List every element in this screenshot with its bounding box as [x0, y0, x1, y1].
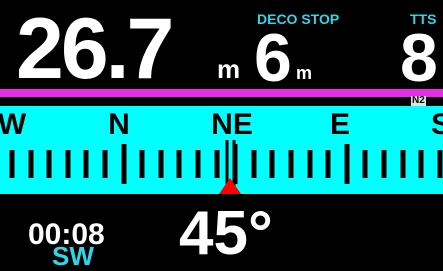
compass-tick [362, 150, 368, 178]
compass-tick [344, 144, 350, 184]
compass-tick [288, 150, 294, 178]
current-depth: 26.7 [16, 1, 174, 97]
deco-stop-depth: 6 [254, 20, 292, 96]
compass-tick [325, 150, 331, 178]
compass-tick [83, 150, 89, 178]
compass-tick [176, 150, 182, 178]
deco-stop-unit: m [296, 63, 313, 83]
compass-cardinal-s: S [430, 108, 443, 141]
compass-heading: 45° [179, 199, 273, 268]
heading-pointer-icon [219, 178, 241, 194]
compass-tick [400, 150, 406, 178]
depth-unit: m [217, 54, 241, 84]
compass-tick [121, 144, 127, 184]
tts-value: 8 [400, 20, 438, 96]
compass-tick [251, 150, 257, 178]
compass-cardinal-n: N [108, 108, 130, 141]
compass-tick [307, 150, 313, 178]
compass-cardinal-ne: NE [211, 108, 253, 141]
gas-bar [0, 89, 443, 97]
compass-tick [269, 150, 275, 178]
compass-tick [46, 150, 52, 178]
compass-tick [195, 150, 201, 178]
compass-tick [418, 150, 424, 178]
gas-label: N2 [411, 95, 426, 106]
compass-tick [102, 150, 108, 178]
compass-cardinal-w: W [0, 108, 27, 141]
compass-tick [28, 150, 34, 178]
compass-tick [381, 150, 387, 178]
compass-tick [214, 150, 220, 178]
compass-tick [437, 150, 443, 178]
compass-tick [65, 150, 71, 178]
compass-tick [9, 150, 15, 178]
bearing-label: SW [52, 241, 94, 271]
compass-cardinal-e: E [329, 108, 351, 141]
compass-tick [158, 150, 164, 178]
compass-tick [139, 150, 145, 178]
